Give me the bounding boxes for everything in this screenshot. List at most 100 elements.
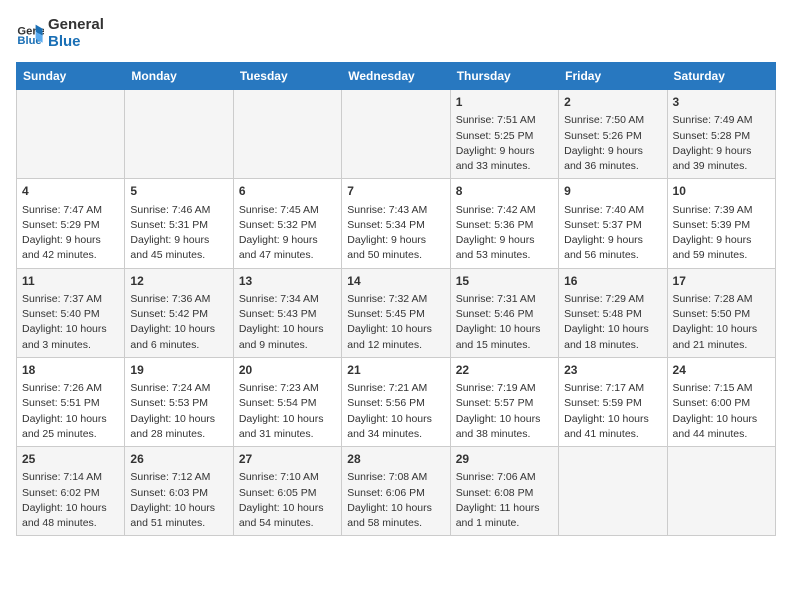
calendar-cell: 7Sunrise: 7:43 AMSunset: 5:34 PMDaylight… xyxy=(342,179,450,268)
day-info-text: Sunset: 5:56 PM xyxy=(347,396,444,411)
day-info-text: Sunrise: 7:51 AM xyxy=(456,113,553,128)
day-info-text: Sunrise: 7:10 AM xyxy=(239,470,336,485)
header: General Blue General Blue xyxy=(16,16,776,50)
day-info-text: Daylight: 10 hours and 44 minutes. xyxy=(673,412,770,442)
calendar-table: SundayMondayTuesdayWednesdayThursdayFrid… xyxy=(16,62,776,536)
calendar-cell: 18Sunrise: 7:26 AMSunset: 5:51 PMDayligh… xyxy=(17,357,125,446)
day-info-text: Sunrise: 7:37 AM xyxy=(22,292,119,307)
calendar-cell xyxy=(233,90,341,179)
day-info-text: Daylight: 9 hours and 42 minutes. xyxy=(22,233,119,263)
logo: General Blue General Blue xyxy=(16,16,104,50)
day-number: 24 xyxy=(673,362,770,379)
day-number: 8 xyxy=(456,183,553,200)
calendar-cell xyxy=(17,90,125,179)
day-info-text: Daylight: 10 hours and 18 minutes. xyxy=(564,322,661,352)
day-number: 6 xyxy=(239,183,336,200)
calendar-cell: 29Sunrise: 7:06 AMSunset: 6:08 PMDayligh… xyxy=(450,447,558,536)
calendar-week-row: 11Sunrise: 7:37 AMSunset: 5:40 PMDayligh… xyxy=(17,268,776,357)
day-number: 5 xyxy=(130,183,227,200)
day-info-text: Daylight: 10 hours and 9 minutes. xyxy=(239,322,336,352)
logo-general: General xyxy=(48,16,104,33)
calendar-cell: 20Sunrise: 7:23 AMSunset: 5:54 PMDayligh… xyxy=(233,357,341,446)
day-info-text: Sunrise: 7:46 AM xyxy=(130,203,227,218)
day-info-text: Sunrise: 7:50 AM xyxy=(564,113,661,128)
day-info-text: Daylight: 10 hours and 6 minutes. xyxy=(130,322,227,352)
day-info-text: Sunrise: 7:06 AM xyxy=(456,470,553,485)
day-number: 16 xyxy=(564,273,661,290)
day-info-text: Sunset: 5:50 PM xyxy=(673,307,770,322)
logo-icon: General Blue xyxy=(16,19,44,47)
day-info-text: Daylight: 10 hours and 41 minutes. xyxy=(564,412,661,442)
day-info-text: Daylight: 10 hours and 21 minutes. xyxy=(673,322,770,352)
day-info-text: Daylight: 10 hours and 58 minutes. xyxy=(347,501,444,531)
calendar-cell: 21Sunrise: 7:21 AMSunset: 5:56 PMDayligh… xyxy=(342,357,450,446)
day-info-text: Sunset: 6:06 PM xyxy=(347,486,444,501)
day-info-text: Daylight: 9 hours and 36 minutes. xyxy=(564,144,661,174)
day-info-text: Daylight: 9 hours and 39 minutes. xyxy=(673,144,770,174)
day-info-text: Sunset: 5:25 PM xyxy=(456,129,553,144)
day-info-text: Sunrise: 7:34 AM xyxy=(239,292,336,307)
day-info-text: Daylight: 9 hours and 56 minutes. xyxy=(564,233,661,263)
day-info-text: Daylight: 10 hours and 48 minutes. xyxy=(22,501,119,531)
day-info-text: Sunset: 5:54 PM xyxy=(239,396,336,411)
day-number: 25 xyxy=(22,451,119,468)
day-info-text: Sunrise: 7:28 AM xyxy=(673,292,770,307)
day-info-text: Sunset: 6:08 PM xyxy=(456,486,553,501)
day-number: 20 xyxy=(239,362,336,379)
day-info-text: Sunrise: 7:24 AM xyxy=(130,381,227,396)
calendar-cell: 16Sunrise: 7:29 AMSunset: 5:48 PMDayligh… xyxy=(559,268,667,357)
calendar-cell: 10Sunrise: 7:39 AMSunset: 5:39 PMDayligh… xyxy=(667,179,775,268)
day-info-text: Sunset: 5:29 PM xyxy=(22,218,119,233)
day-info-text: Sunrise: 7:47 AM xyxy=(22,203,119,218)
day-info-text: Sunrise: 7:21 AM xyxy=(347,381,444,396)
day-number: 7 xyxy=(347,183,444,200)
day-info-text: Sunset: 5:26 PM xyxy=(564,129,661,144)
day-info-text: Sunrise: 7:08 AM xyxy=(347,470,444,485)
day-info-text: Sunrise: 7:31 AM xyxy=(456,292,553,307)
day-info-text: Sunrise: 7:23 AM xyxy=(239,381,336,396)
day-number: 15 xyxy=(456,273,553,290)
day-info-text: Daylight: 10 hours and 12 minutes. xyxy=(347,322,444,352)
day-info-text: Sunset: 5:43 PM xyxy=(239,307,336,322)
day-number: 19 xyxy=(130,362,227,379)
calendar-week-row: 18Sunrise: 7:26 AMSunset: 5:51 PMDayligh… xyxy=(17,357,776,446)
day-info-text: Sunset: 5:32 PM xyxy=(239,218,336,233)
logo-blue: Blue xyxy=(48,33,104,50)
calendar-cell: 1Sunrise: 7:51 AMSunset: 5:25 PMDaylight… xyxy=(450,90,558,179)
day-number: 10 xyxy=(673,183,770,200)
day-number: 23 xyxy=(564,362,661,379)
calendar-cell: 23Sunrise: 7:17 AMSunset: 5:59 PMDayligh… xyxy=(559,357,667,446)
calendar-cell: 27Sunrise: 7:10 AMSunset: 6:05 PMDayligh… xyxy=(233,447,341,536)
day-info-text: Sunrise: 7:39 AM xyxy=(673,203,770,218)
day-info-text: Daylight: 10 hours and 51 minutes. xyxy=(130,501,227,531)
day-info-text: Sunset: 5:31 PM xyxy=(130,218,227,233)
calendar-cell: 12Sunrise: 7:36 AMSunset: 5:42 PMDayligh… xyxy=(125,268,233,357)
day-info-text: Sunset: 5:28 PM xyxy=(673,129,770,144)
col-header-thursday: Thursday xyxy=(450,63,558,90)
day-number: 4 xyxy=(22,183,119,200)
day-info-text: Sunset: 6:03 PM xyxy=(130,486,227,501)
calendar-week-row: 1Sunrise: 7:51 AMSunset: 5:25 PMDaylight… xyxy=(17,90,776,179)
day-info-text: Daylight: 10 hours and 28 minutes. xyxy=(130,412,227,442)
calendar-cell: 19Sunrise: 7:24 AMSunset: 5:53 PMDayligh… xyxy=(125,357,233,446)
calendar-cell: 11Sunrise: 7:37 AMSunset: 5:40 PMDayligh… xyxy=(17,268,125,357)
col-header-sunday: Sunday xyxy=(17,63,125,90)
day-info-text: Daylight: 10 hours and 38 minutes. xyxy=(456,412,553,442)
day-info-text: Sunrise: 7:12 AM xyxy=(130,470,227,485)
calendar-cell: 28Sunrise: 7:08 AMSunset: 6:06 PMDayligh… xyxy=(342,447,450,536)
day-info-text: Sunset: 6:02 PM xyxy=(22,486,119,501)
day-info-text: Daylight: 9 hours and 50 minutes. xyxy=(347,233,444,263)
day-info-text: Sunrise: 7:19 AM xyxy=(456,381,553,396)
day-number: 18 xyxy=(22,362,119,379)
day-info-text: Sunset: 5:37 PM xyxy=(564,218,661,233)
calendar-cell: 25Sunrise: 7:14 AMSunset: 6:02 PMDayligh… xyxy=(17,447,125,536)
day-info-text: Sunset: 5:57 PM xyxy=(456,396,553,411)
day-number: 12 xyxy=(130,273,227,290)
day-number: 11 xyxy=(22,273,119,290)
calendar-cell: 26 Sunrise: 7:12 AMSunset: 6:03 PMDayligh… xyxy=(125,447,233,536)
col-header-wednesday: Wednesday xyxy=(342,63,450,90)
calendar-cell: 6Sunrise: 7:45 AMSunset: 5:32 PMDaylight… xyxy=(233,179,341,268)
day-info-text: Daylight: 9 hours and 53 minutes. xyxy=(456,233,553,263)
day-number: 13 xyxy=(239,273,336,290)
day-number: 26 xyxy=(130,451,227,468)
